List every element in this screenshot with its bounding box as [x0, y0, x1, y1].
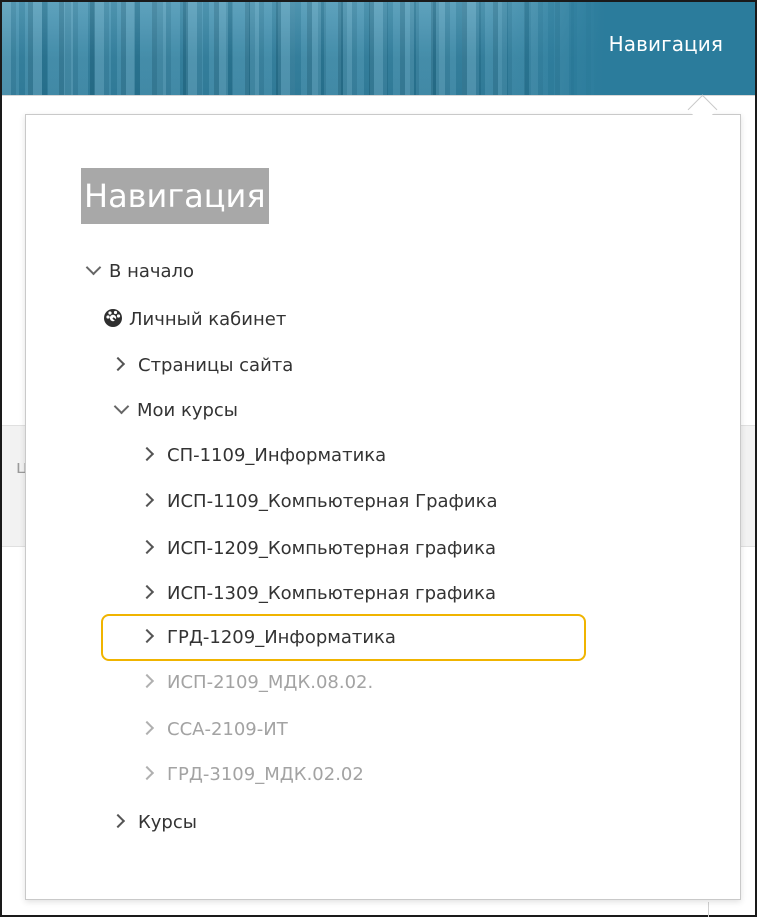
tree-item-label: Мои курсы — [137, 400, 239, 421]
chevron-down-icon — [113, 398, 130, 415]
page-divider — [2, 95, 755, 96]
dashboard-icon — [104, 309, 122, 327]
course-item[interactable]: ИСП-2109_МДК.08.02. — [139, 668, 374, 698]
course-item-highlighted[interactable]: ГРД-1209_Информатика — [139, 623, 396, 653]
course-label: СП-1109_Информатика — [167, 445, 387, 466]
chevron-down-icon — [85, 259, 102, 276]
background-panel-right — [741, 425, 755, 547]
course-item[interactable]: СП-1109_Информатика — [139, 441, 387, 471]
chevron-right-icon — [139, 673, 155, 689]
tree-item-label: Страницы сайта — [138, 355, 294, 376]
course-item[interactable]: ИСП-1209_Компьютерная графика — [139, 534, 497, 564]
course-item[interactable]: ИСП-1309_Компьютерная графика — [139, 579, 497, 609]
background-panel-left — [2, 425, 26, 547]
course-item[interactable]: ГРД-3109_МДК.02.02 — [139, 760, 364, 790]
chevron-right-icon — [139, 446, 155, 462]
chevron-right-icon — [139, 492, 155, 508]
popover-title: Навигация — [81, 168, 269, 224]
chevron-right-icon — [110, 356, 126, 372]
course-label: ИСП-1109_Компьютерная Графика — [167, 491, 498, 512]
course-label: ГРД-1209_Информатика — [167, 627, 396, 648]
chevron-right-icon — [110, 813, 126, 829]
course-label: ИСП-1209_Компьютерная графика — [167, 538, 497, 559]
course-label: ИСП-2109_МДК.08.02. — [167, 672, 374, 693]
tree-item-site-pages[interactable]: Страницы сайта — [110, 351, 294, 381]
header-navigation-link[interactable]: Навигация — [609, 32, 723, 56]
tree-item-label: В начало — [109, 261, 195, 282]
tree-item-courses[interactable]: Курсы — [110, 808, 197, 838]
background-divider — [708, 902, 709, 917]
tree-item-dashboard[interactable]: Личный кабинет — [103, 305, 286, 335]
course-label: ССА-2109-ИТ — [167, 719, 288, 740]
course-label: ГРД-3109_МДК.02.02 — [167, 764, 364, 785]
chevron-right-icon — [139, 720, 155, 736]
chevron-right-icon — [139, 584, 155, 600]
tree-item-my-courses[interactable]: Мои курсы — [113, 396, 239, 426]
course-item[interactable]: ИСП-1109_Компьютерная Графика — [139, 487, 498, 517]
chevron-right-icon — [139, 765, 155, 781]
course-item[interactable]: ССА-2109-ИТ — [139, 715, 288, 745]
course-label: ИСП-1309_Компьютерная графика — [167, 583, 497, 604]
tree-item-label: Личный кабинет — [129, 309, 287, 330]
chevron-right-icon — [139, 539, 155, 555]
chevron-right-icon — [139, 628, 155, 644]
tree-item-label: Курсы — [138, 812, 197, 833]
tree-item-home[interactable]: В начало — [85, 257, 195, 287]
